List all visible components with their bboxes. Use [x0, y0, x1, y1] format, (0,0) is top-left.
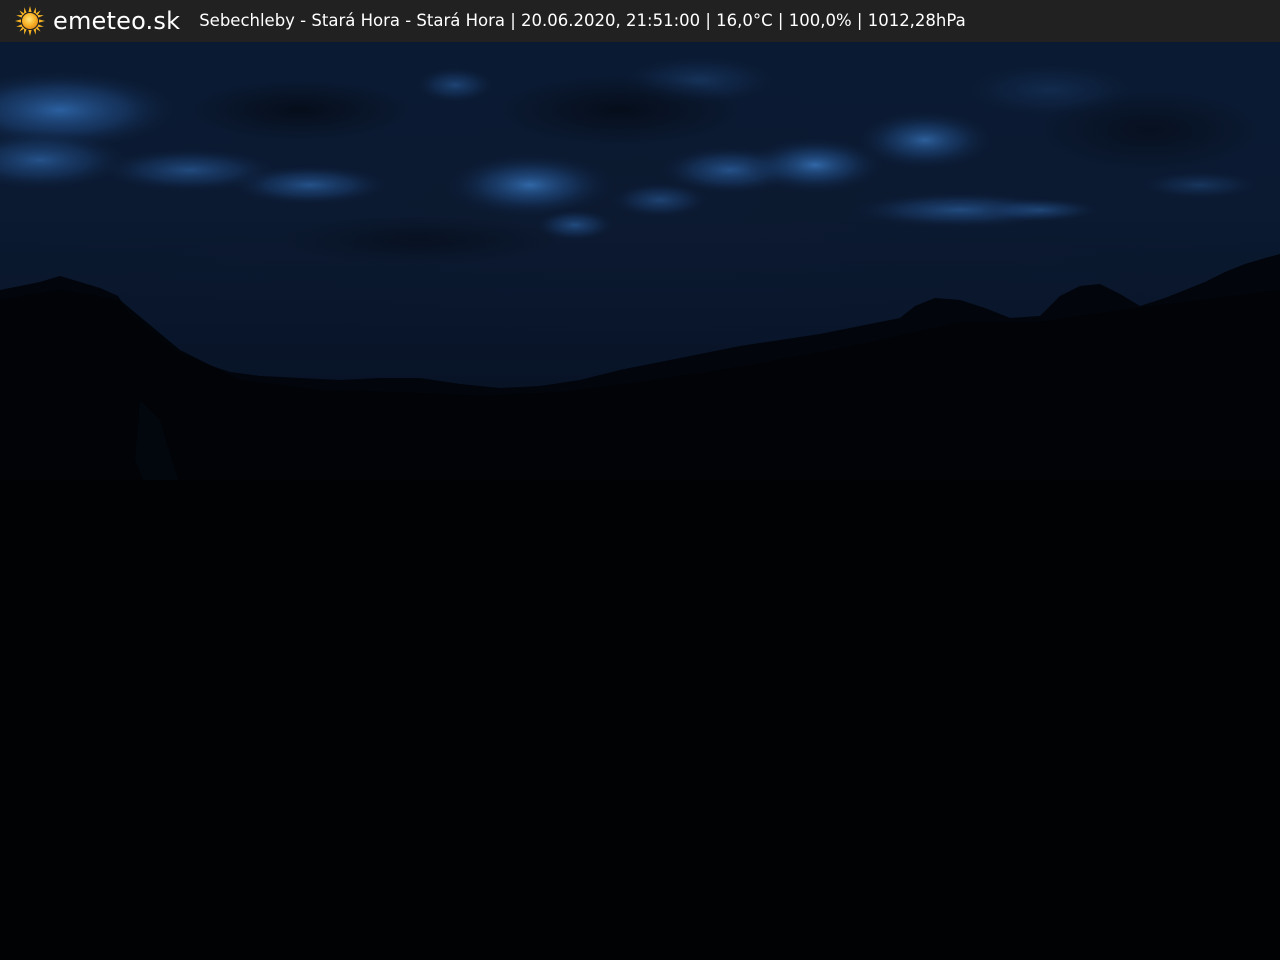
webcam-frame: emeteo.sk Sebechleby - Stará Hora - Star…	[0, 0, 1280, 960]
brand-logo[interactable]: emeteo.sk	[14, 0, 180, 42]
brand-name: emeteo.sk	[53, 7, 181, 35]
info-bar: emeteo.sk Sebechleby - Stará Hora - Star…	[0, 0, 1280, 42]
station-caption: Sebechleby - Stará Hora - Stará Hora | 2…	[199, 11, 966, 30]
sun-icon	[15, 6, 45, 36]
webcam-image	[0, 42, 1280, 960]
